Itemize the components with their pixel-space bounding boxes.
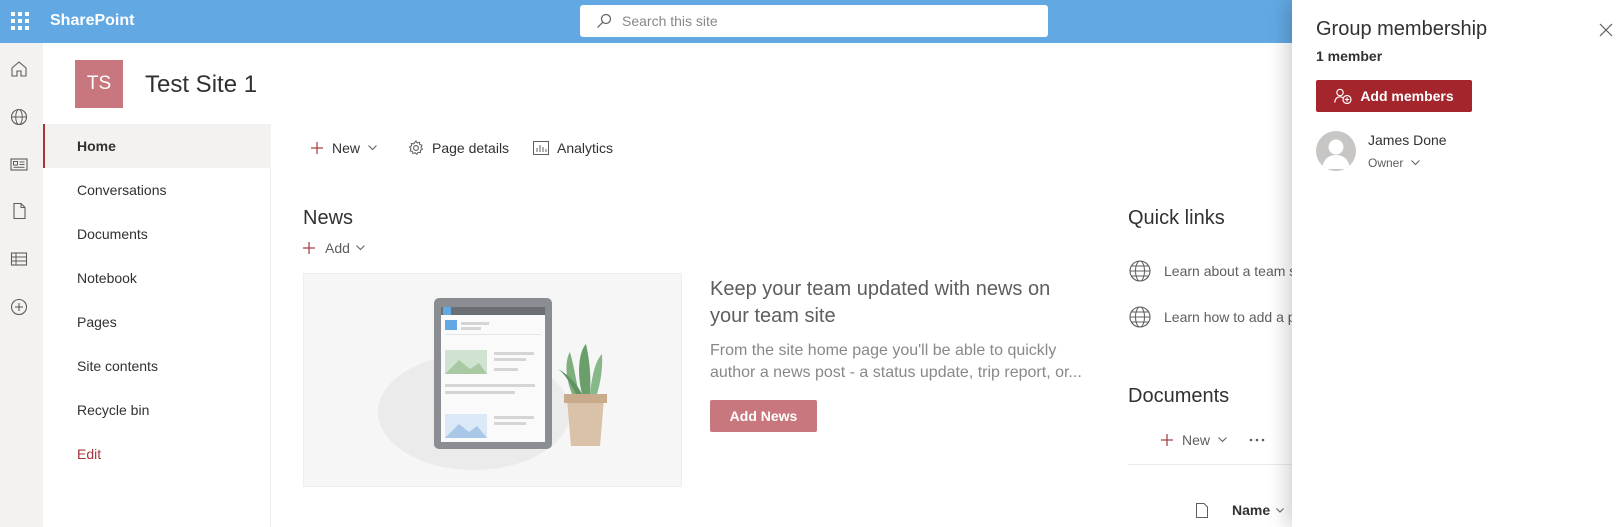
quick-link-item[interactable]: Learn how to add a p: [1128, 304, 1296, 330]
add-people-icon: [1334, 88, 1352, 104]
nav-item-pages[interactable]: Pages: [43, 300, 271, 344]
left-nav: Home Conversations Documents Notebook Pa…: [43, 124, 271, 527]
quick-links-title: Quick links: [1128, 207, 1225, 229]
gear-icon: [408, 140, 424, 156]
analytics-icon: [533, 141, 549, 155]
news-tablet-plant-illustration: [378, 298, 607, 470]
add-members-label: Add members: [1360, 88, 1454, 104]
site-logo-initials: TS: [86, 73, 112, 94]
documents-divider: [1128, 464, 1293, 465]
page-details-command[interactable]: Page details: [408, 133, 509, 163]
home-icon[interactable]: [9, 59, 29, 79]
plus-icon: [1161, 434, 1173, 446]
search-input[interactable]: [622, 5, 1032, 37]
app-name[interactable]: SharePoint: [50, 12, 134, 30]
search-icon: [597, 13, 612, 28]
news-title: News: [303, 207, 354, 229]
nav-item-home[interactable]: Home: [43, 124, 271, 168]
nav-item-recycle-bin[interactable]: Recycle bin: [43, 388, 271, 432]
documents-title: Documents: [1128, 385, 1230, 407]
news-illustration: [303, 273, 682, 487]
quick-link-label: Learn how to add a p: [1164, 309, 1296, 325]
add-members-button[interactable]: Add members: [1316, 80, 1472, 112]
lists-icon[interactable]: [9, 249, 29, 269]
nav-edit-link[interactable]: Edit: [43, 432, 271, 476]
more-icon[interactable]: [1249, 438, 1265, 442]
documents-new-command[interactable]: New: [1160, 432, 1265, 448]
documents-name-column-label: Name: [1232, 502, 1271, 518]
documents-name-column-header[interactable]: Name: [1196, 502, 1284, 518]
app-bar: [0, 43, 43, 527]
create-icon[interactable]: [9, 297, 29, 317]
documents-new-label: New: [1182, 432, 1211, 448]
app-launcher-icon[interactable]: [10, 11, 30, 31]
news-icon[interactable]: [9, 154, 29, 174]
sites-globe-icon[interactable]: [9, 107, 29, 127]
quick-link-label: Learn about a team s: [1164, 263, 1297, 279]
files-icon[interactable]: [9, 201, 29, 221]
news-description: From the site home page you'll be able t…: [710, 342, 1082, 381]
page-details-label: Page details: [432, 140, 510, 156]
chevron-down-icon: [356, 245, 365, 251]
member-role-label: Owner: [1368, 156, 1404, 170]
analytics-command[interactable]: Analytics: [533, 133, 613, 163]
file-type-icon: [1196, 502, 1208, 518]
member-role-dropdown[interactable]: Owner: [1368, 156, 1421, 170]
nav-item-documents[interactable]: Documents: [43, 212, 271, 256]
new-command[interactable]: New: [310, 133, 377, 163]
plus-icon: [311, 142, 323, 154]
member-name: James Done: [1368, 132, 1447, 148]
nav-item-conversations[interactable]: Conversations: [43, 168, 271, 212]
site-logo[interactable]: TS: [75, 60, 123, 108]
chevron-down-icon: [368, 145, 377, 151]
news-add-label: Add: [325, 240, 350, 256]
avatar[interactable]: [1316, 131, 1356, 171]
chevron-down-icon: [1218, 437, 1227, 443]
nav-item-notebook[interactable]: Notebook: [43, 256, 271, 300]
new-command-label: New: [332, 140, 361, 156]
analytics-label: Analytics: [557, 140, 614, 156]
plus-icon: [303, 242, 315, 254]
person-icon: [1322, 139, 1350, 169]
panel-title: Group membership: [1316, 18, 1488, 40]
chevron-down-icon: [1276, 507, 1284, 513]
chevron-down-icon: [1411, 160, 1421, 166]
site-title[interactable]: Test Site 1: [145, 71, 257, 99]
news-headline: Keep your team updated with news on your…: [710, 278, 1051, 327]
globe-icon: [1129, 306, 1151, 328]
nav-item-site-contents[interactable]: Site contents: [43, 344, 271, 388]
member-count: 1 member: [1316, 48, 1383, 64]
search-box[interactable]: [580, 5, 1048, 37]
news-add-command[interactable]: Add: [302, 240, 365, 256]
group-membership-panel: Group membership 1 member Add members Ja…: [1292, 0, 1622, 527]
globe-icon: [1129, 260, 1151, 282]
close-icon[interactable]: [1598, 22, 1614, 38]
quick-link-item[interactable]: Learn about a team s: [1128, 258, 1296, 284]
add-news-button[interactable]: Add News: [710, 400, 817, 432]
